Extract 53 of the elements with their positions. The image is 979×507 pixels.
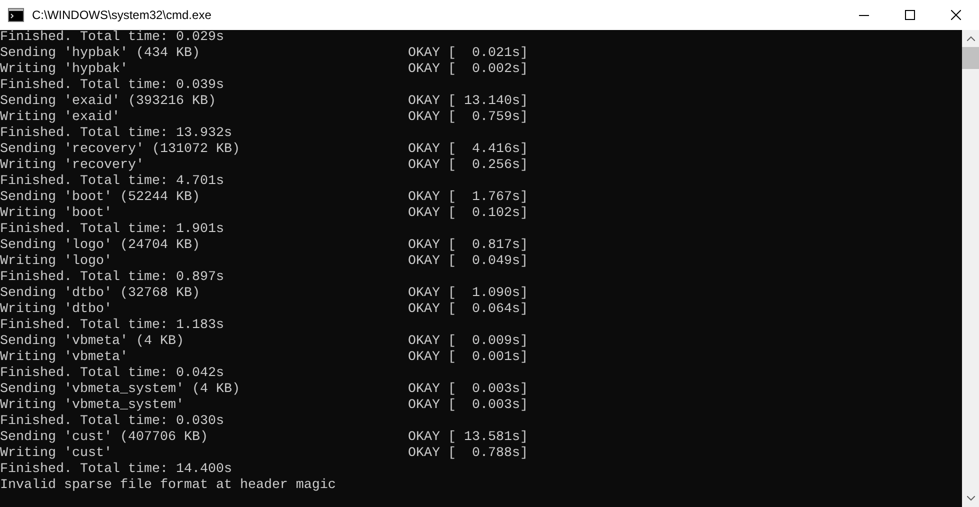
- status-text: OKAY [ 0.102s]: [408, 206, 528, 222]
- status-text: OKAY [ 0.788s]: [408, 446, 528, 462]
- console-line: Sending 'logo' (24704 KB): [0, 238, 201, 254]
- console-line: Finished. Total time: 0.030s: [0, 414, 224, 430]
- scroll-thumb[interactable]: [962, 47, 979, 69]
- console-line: Finished. Total time: 13.932s: [0, 126, 232, 142]
- console-line: Writing 'vbmeta': [0, 350, 129, 366]
- status-text: OKAY [ 1.767s]: [408, 190, 528, 206]
- console-line: Finished. Total time: 4.701s: [0, 174, 224, 190]
- console-line: Writing 'recovery': [0, 158, 145, 174]
- console-line: Finished. Total time: 0.042s: [0, 366, 224, 382]
- status-text: OKAY [ 0.003s]: [408, 398, 528, 414]
- console-line: Sending 'exaid' (393216 KB): [0, 94, 217, 110]
- status-text: OKAY [ 0.256s]: [408, 158, 528, 174]
- console-line: Finished. Total time: 0.029s: [0, 30, 224, 46]
- maximize-icon: [905, 10, 915, 20]
- console-line: Finished. Total time: 0.897s: [0, 270, 224, 286]
- console-line: Finished. Total time: 1.901s: [0, 222, 224, 238]
- console-line: Writing 'vbmeta_system': [0, 398, 185, 414]
- status-text: OKAY [ 0.759s]: [408, 110, 528, 126]
- status-text: OKAY [ 0.049s]: [408, 254, 528, 270]
- console-line: Sending 'hypbak' (434 KB): [0, 46, 201, 62]
- console-line: Writing 'exaid': [0, 110, 121, 126]
- console-line: Finished. Total time: 14.400s: [0, 462, 232, 478]
- console-line: Sending 'vbmeta_system' (4 KB): [0, 382, 241, 398]
- console-line: Writing 'cust': [0, 446, 113, 462]
- console-line: Finished. Total time: 0.039s: [0, 78, 224, 94]
- status-text: OKAY [ 13.581s]: [408, 430, 528, 446]
- console-line: Invalid sparse file format at header magic: [0, 478, 336, 494]
- status-text: OKAY [ 4.416s]: [408, 142, 528, 158]
- console-line: Writing 'logo': [0, 254, 113, 270]
- status-text: OKAY [ 0.021s]: [408, 46, 528, 62]
- console-line: Sending 'vbmeta' (4 KB): [0, 334, 185, 350]
- console-icon: [8, 8, 24, 22]
- console-line: Sending 'recovery' (131072 KB): [0, 142, 241, 158]
- status-text: OKAY [ 1.090s]: [408, 286, 528, 302]
- window-title: C:\WINDOWS\system32\cmd.exe: [32, 8, 212, 22]
- status-text: OKAY [ 13.140s]: [408, 94, 528, 110]
- status-text: OKAY [ 0.009s]: [408, 334, 528, 350]
- status-text: OKAY [ 0.001s]: [408, 350, 528, 366]
- console-line: Writing 'hypbak': [0, 62, 129, 78]
- console-line: Finished. Total time: 1.183s: [0, 318, 224, 334]
- status-text: OKAY [ 0.002s]: [408, 62, 528, 78]
- status-text: OKAY [ 0.064s]: [408, 302, 528, 318]
- console-line: Sending 'dtbo' (32768 KB): [0, 286, 201, 302]
- status-text: OKAY [ 0.817s]: [408, 238, 528, 254]
- console-line: Writing 'dtbo': [0, 302, 113, 318]
- close-icon: [951, 10, 961, 20]
- console-line: Sending 'cust' (407706 KB): [0, 430, 209, 446]
- scrollbar[interactable]: [962, 30, 979, 507]
- status-text: OKAY [ 0.003s]: [408, 382, 528, 398]
- console-line: Sending 'boot' (52244 KB): [0, 190, 201, 206]
- console-line: Writing 'boot': [0, 206, 113, 222]
